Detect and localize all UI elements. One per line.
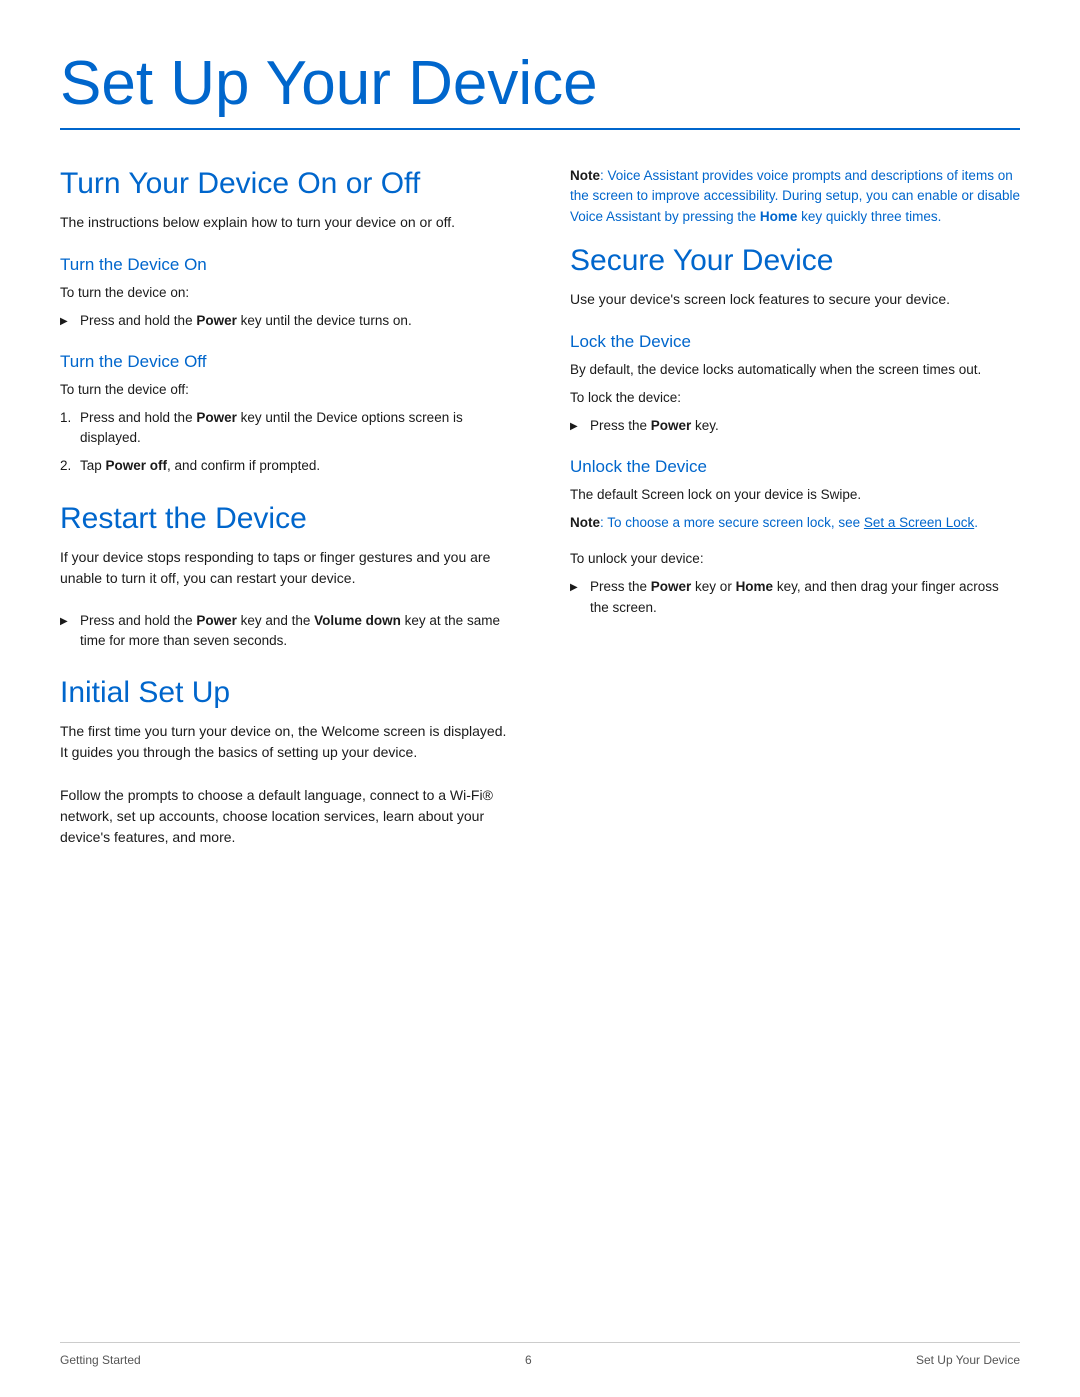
initial-setup-title: Initial Set Up	[60, 675, 510, 711]
unlock-subtitle: Unlock the Device	[570, 457, 1020, 477]
lock-steps: Press the Power key.	[570, 416, 1020, 436]
secure-title: Secure Your Device	[570, 243, 1020, 279]
secure-section: Secure Your Device Use your device's scr…	[570, 243, 1020, 618]
restart-intro: If your device stops responding to taps …	[60, 547, 510, 589]
lock-instruction: To lock the device:	[570, 388, 1020, 408]
unlock-instruction: To unlock your device:	[570, 549, 1020, 569]
turn-off-subtitle: Turn the Device Off	[60, 352, 510, 372]
restart-section: Restart the Device If your device stops …	[60, 501, 510, 652]
unlock-note: Note: To choose a more secure screen loc…	[570, 513, 1020, 533]
footer-left: Getting Started	[60, 1353, 141, 1367]
list-item: Press and hold the Power key until the d…	[60, 311, 510, 331]
unlock-note-label: Note	[570, 515, 600, 530]
right-column: Note: Voice Assistant provides voice pro…	[570, 166, 1020, 872]
set-screen-lock-link[interactable]: Set a Screen Lock	[864, 515, 974, 530]
turn-on-subtitle: Turn the Device On	[60, 255, 510, 275]
restart-steps: Press and hold the Power key and the Vol…	[60, 611, 510, 652]
initial-setup-section: Initial Set Up The first time you turn y…	[60, 675, 510, 848]
turn-on-off-intro: The instructions below explain how to tu…	[60, 212, 510, 233]
list-item: Tap Power off, and confirm if prompted.	[60, 456, 510, 476]
voice-assistant-note: Note: Voice Assistant provides voice pro…	[570, 166, 1020, 227]
page: Set Up Your Device Turn Your Device On o…	[0, 0, 1080, 1397]
left-column: Turn Your Device On or Off The instructi…	[60, 166, 510, 872]
note-text: : Voice Assistant provides voice prompts…	[570, 168, 1020, 224]
turn-off-steps: Press and hold the Power key until the D…	[60, 408, 510, 477]
unlock-note-text: : To choose a more secure screen lock, s…	[600, 515, 864, 530]
list-item: Press and hold the Power key until the D…	[60, 408, 510, 449]
note-label: Note	[570, 168, 600, 183]
turn-on-instruction: To turn the device on:	[60, 283, 510, 303]
restart-title: Restart the Device	[60, 501, 510, 537]
content-area: Turn Your Device On or Off The instructi…	[60, 166, 1020, 872]
page-title: Set Up Your Device	[60, 50, 1020, 118]
initial-setup-para2: Follow the prompts to choose a default l…	[60, 785, 510, 848]
list-item: Press the Power key or Home key, and the…	[570, 577, 1020, 618]
unlock-steps: Press the Power key or Home key, and the…	[570, 577, 1020, 618]
footer-right: Set Up Your Device	[916, 1353, 1020, 1367]
unlock-para1: The default Screen lock on your device i…	[570, 485, 1020, 505]
title-divider	[60, 128, 1020, 130]
lock-para: By default, the device locks automatical…	[570, 360, 1020, 380]
turn-on-off-section: Turn Your Device On or Off The instructi…	[60, 166, 510, 477]
secure-intro: Use your device's screen lock features t…	[570, 289, 1020, 310]
list-item: Press and hold the Power key and the Vol…	[60, 611, 510, 652]
lock-subtitle: Lock the Device	[570, 332, 1020, 352]
turn-off-instruction: To turn the device off:	[60, 380, 510, 400]
list-item: Press the Power key.	[570, 416, 1020, 436]
page-footer: Getting Started 6 Set Up Your Device	[60, 1342, 1020, 1367]
footer-page-number: 6	[525, 1353, 532, 1367]
turn-on-steps: Press and hold the Power key until the d…	[60, 311, 510, 331]
initial-setup-para1: The first time you turn your device on, …	[60, 721, 510, 763]
turn-on-off-title: Turn Your Device On or Off	[60, 166, 510, 202]
unlock-note-end: .	[974, 515, 978, 530]
